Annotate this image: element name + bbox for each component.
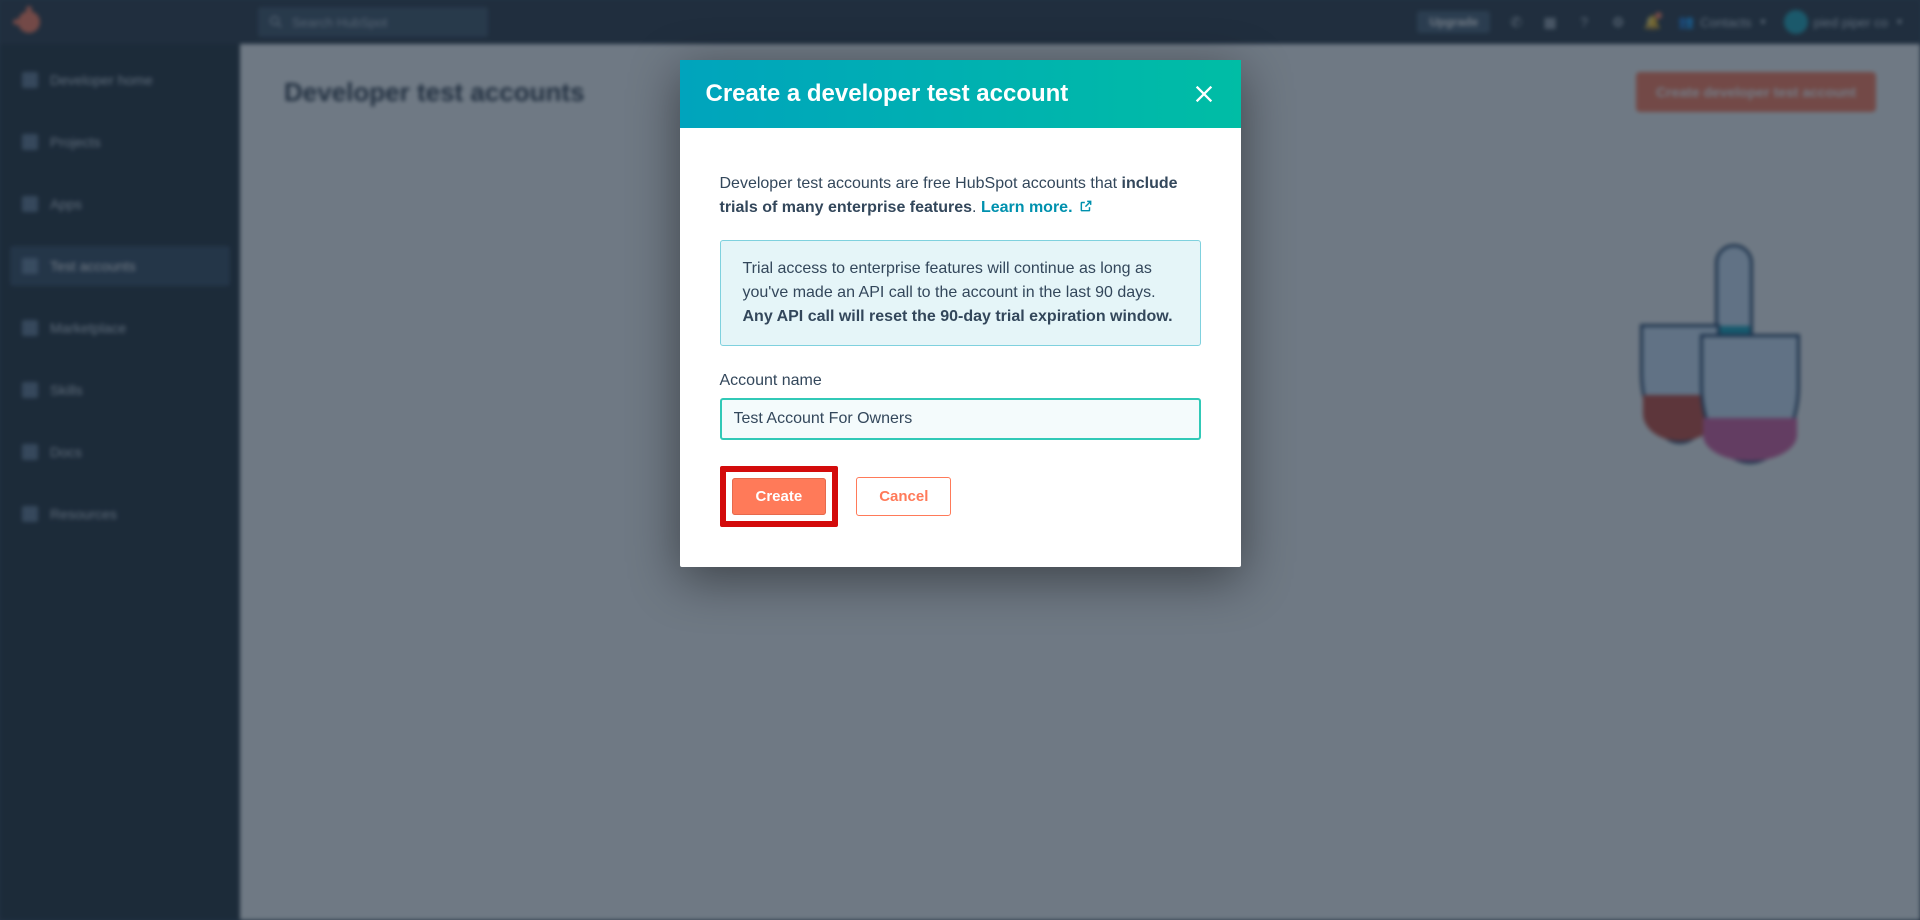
modal-close-button[interactable]	[1193, 83, 1215, 105]
learn-more-link[interactable]: Learn more.	[981, 199, 1093, 216]
close-icon	[1193, 83, 1215, 105]
account-name-label: Account name	[720, 372, 1201, 390]
cancel-button[interactable]: Cancel	[856, 477, 951, 516]
create-button[interactable]: Create	[732, 478, 827, 515]
create-test-account-modal: Create a developer test account Develope…	[680, 60, 1241, 567]
external-link-icon	[1079, 199, 1093, 213]
trial-info-callout: Trial access to enterprise features will…	[720, 240, 1201, 346]
modal-header: Create a developer test account	[680, 60, 1241, 128]
create-button-highlight: Create	[720, 466, 839, 527]
modal-description: Developer test accounts are free HubSpot…	[720, 172, 1201, 220]
account-name-input[interactable]	[720, 398, 1201, 440]
modal-title: Create a developer test account	[706, 80, 1069, 108]
